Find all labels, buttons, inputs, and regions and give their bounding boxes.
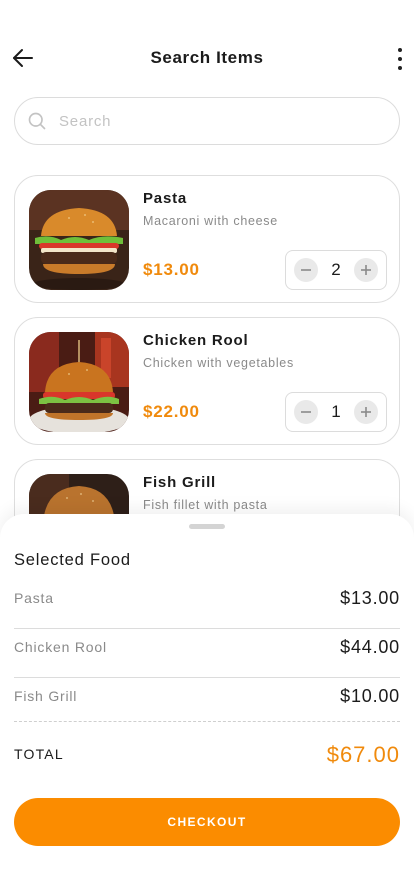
search-input[interactable] — [59, 112, 399, 130]
item-name: Chicken Rool — [143, 332, 249, 349]
decrease-button[interactable] — [294, 258, 318, 282]
search-icon — [28, 112, 46, 130]
minus-icon — [301, 269, 311, 271]
summary-item-name: Pasta — [14, 590, 54, 606]
food-image — [29, 332, 129, 432]
item-name: Pasta — [143, 190, 188, 207]
quantity-stepper: 2 — [285, 250, 387, 290]
search-bar[interactable] — [14, 97, 400, 145]
minus-icon — [301, 411, 311, 413]
decrease-button[interactable] — [294, 400, 318, 424]
plus-icon — [361, 407, 371, 417]
sheet-drag-handle[interactable] — [189, 524, 225, 529]
increase-button[interactable] — [354, 258, 378, 282]
summary-item-price: $44.00 — [340, 637, 400, 657]
summary-row: Pasta $13.00 — [14, 580, 400, 629]
more-vertical-icon — [398, 48, 402, 52]
dashed-divider — [14, 721, 400, 722]
summary-item-name: Fish Grill — [14, 688, 78, 704]
page-title: Search Items — [150, 48, 264, 67]
total-value: $67.00 — [326, 742, 400, 767]
summary-row: Fish Grill $10.00 — [14, 678, 400, 727]
increase-button[interactable] — [354, 400, 378, 424]
quantity-value: 1 — [331, 402, 341, 421]
item-description: Macaroni with cheese — [143, 214, 278, 228]
more-options-button[interactable] — [392, 46, 408, 72]
item-name: Fish Grill — [143, 474, 217, 491]
summary-item-name: Chicken Rool — [14, 639, 107, 655]
plus-icon — [361, 265, 371, 275]
summary-item-price: $10.00 — [340, 686, 400, 706]
food-item-card[interactable]: Chicken Rool Chicken with vegetables $22… — [14, 317, 400, 445]
quantity-stepper: 1 — [285, 392, 387, 432]
item-price: $22.00 — [143, 402, 200, 421]
summary-row: Chicken Rool $44.00 — [14, 629, 400, 678]
header: Search Items — [0, 38, 414, 78]
selected-food-sheet: Selected Food Pasta $13.00 Chicken Rool … — [0, 514, 414, 896]
sheet-title: Selected Food — [14, 551, 131, 569]
item-description: Fish fillet with pasta — [143, 498, 268, 512]
checkout-button[interactable]: CHECKOUT — [14, 798, 400, 846]
summary-item-price: $13.00 — [340, 588, 400, 608]
total-label: TOTAL — [14, 746, 64, 762]
quantity-value: 2 — [331, 260, 341, 279]
item-price: $13.00 — [143, 260, 200, 279]
item-description: Chicken with vegetables — [143, 356, 294, 370]
food-image — [29, 190, 129, 290]
food-item-card[interactable]: Pasta Macaroni with cheese $13.00 2 — [14, 175, 400, 303]
search-items-screen: Search Items Search Pasta Macaroni with … — [0, 0, 414, 896]
